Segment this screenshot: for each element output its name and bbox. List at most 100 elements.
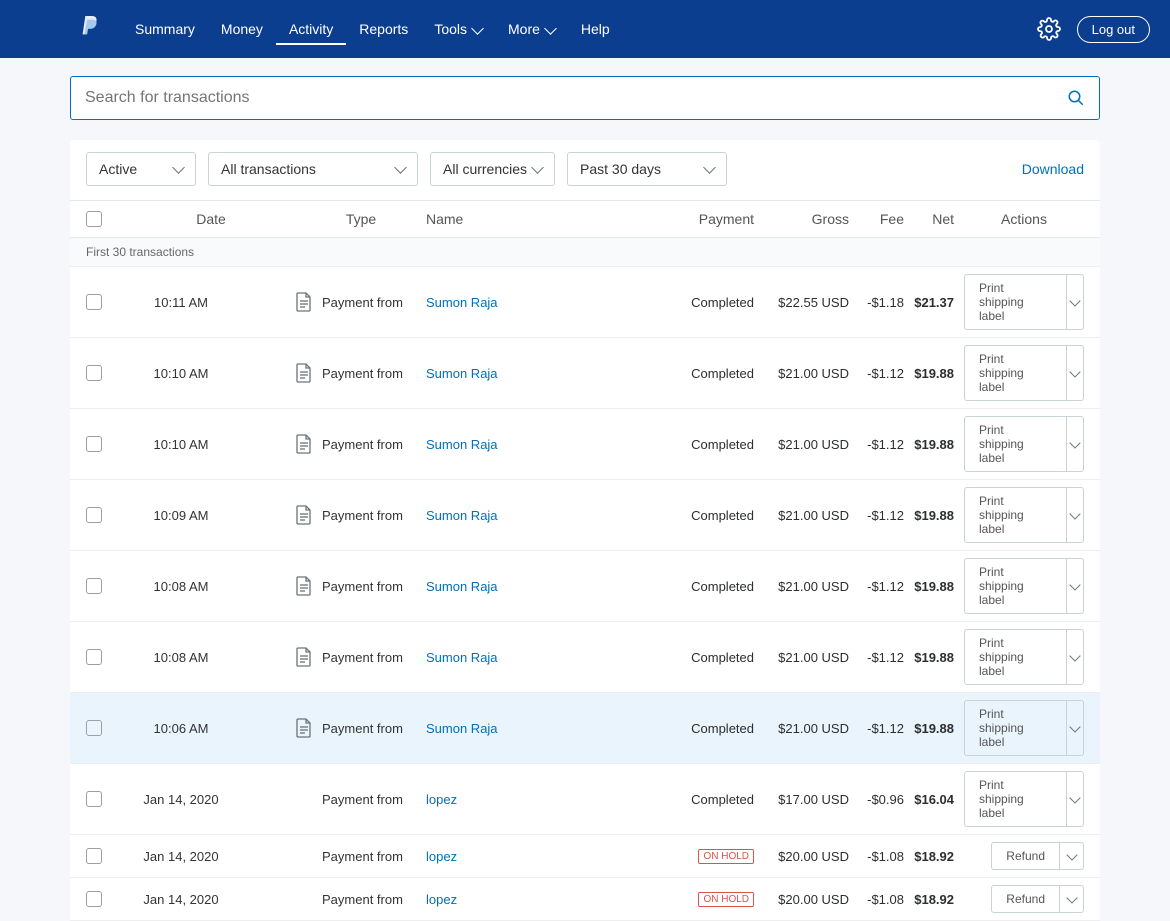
row-checkbox[interactable] [86, 507, 102, 523]
row-checkbox[interactable] [86, 365, 102, 381]
row-action-label[interactable]: Print shipping label [965, 772, 1066, 826]
row-action-dropdown[interactable] [1066, 275, 1083, 329]
col-gross: Gross [754, 211, 849, 227]
filter-active[interactable]: Active [86, 152, 196, 186]
row-action-button[interactable]: Refund [991, 885, 1084, 913]
row-type: Payment from [296, 792, 426, 807]
row-action-button[interactable]: Print shipping label [964, 416, 1084, 472]
row-action-dropdown[interactable] [1059, 843, 1083, 869]
row-action-dropdown[interactable] [1066, 630, 1083, 684]
transaction-row[interactable]: 10:08 AMPayment fromSumon RajaCompleted$… [70, 622, 1100, 693]
row-action-dropdown[interactable] [1066, 772, 1083, 826]
row-fee: -$1.08 [849, 849, 904, 864]
row-action-label[interactable]: Print shipping label [965, 701, 1066, 755]
table-header: Date Type Name Payment Gross Fee Net Act… [70, 200, 1100, 238]
row-action-button[interactable]: Print shipping label [964, 629, 1084, 685]
row-name-link[interactable]: Sumon Raja [426, 508, 498, 523]
row-action-button[interactable]: Refund [991, 842, 1084, 870]
row-action-button[interactable]: Print shipping label [964, 558, 1084, 614]
row-checkbox[interactable] [86, 720, 102, 736]
select-all-checkbox[interactable] [86, 211, 102, 227]
status-completed: Completed [676, 508, 754, 523]
nav-item-reports[interactable]: Reports [346, 13, 421, 45]
transaction-row[interactable]: Jan 14, 2020Payment fromlopezCompleted$1… [70, 764, 1100, 835]
row-date: 10:10 AM [126, 366, 296, 381]
logout-button[interactable]: Log out [1077, 16, 1150, 43]
transaction-row[interactable]: Jan 14, 2020Payment fromlopezON HOLD$20.… [70, 835, 1100, 878]
row-action-button[interactable]: Print shipping label [964, 487, 1084, 543]
row-action-dropdown[interactable] [1066, 559, 1083, 613]
row-fee: -$1.12 [849, 650, 904, 665]
nav-item-activity[interactable]: Activity [276, 13, 346, 45]
row-action-label[interactable]: Print shipping label [965, 346, 1066, 400]
filter-past-30-days[interactable]: Past 30 days [567, 152, 727, 186]
transaction-row[interactable]: 10:11 AMPayment fromSumon RajaCompleted$… [70, 267, 1100, 338]
transaction-row[interactable]: Jan 14, 2020Payment fromlopezON HOLD$20.… [70, 878, 1100, 921]
transaction-row[interactable]: 10:10 AMPayment fromSumon RajaCompleted$… [70, 338, 1100, 409]
row-name-link[interactable]: lopez [426, 849, 457, 864]
transaction-row[interactable]: 10:10 AMPayment fromSumon RajaCompleted$… [70, 409, 1100, 480]
row-name-link[interactable]: Sumon Raja [426, 437, 498, 452]
row-name-link[interactable]: lopez [426, 792, 457, 807]
row-action-label[interactable]: Print shipping label [965, 275, 1066, 329]
row-action-button[interactable]: Print shipping label [964, 345, 1084, 401]
row-action-label[interactable]: Print shipping label [965, 630, 1066, 684]
row-action-button[interactable]: Print shipping label [964, 700, 1084, 756]
nav-item-tools[interactable]: Tools [421, 13, 495, 45]
row-name-link[interactable]: Sumon Raja [426, 579, 498, 594]
search-icon[interactable] [1067, 89, 1085, 107]
row-action-dropdown[interactable] [1066, 488, 1083, 542]
row-date: 10:10 AM [126, 437, 296, 452]
download-link[interactable]: Download [1022, 161, 1084, 177]
row-action-button[interactable]: Print shipping label [964, 274, 1084, 330]
row-action-dropdown[interactable] [1066, 346, 1083, 400]
row-action-label[interactable]: Print shipping label [965, 559, 1066, 613]
row-name-link[interactable]: Sumon Raja [426, 650, 498, 665]
row-action-dropdown[interactable] [1066, 701, 1083, 755]
nav-item-money[interactable]: Money [208, 13, 276, 45]
settings-gear-icon[interactable] [1037, 17, 1061, 41]
paypal-logo-icon[interactable] [78, 14, 100, 45]
row-action-dropdown[interactable] [1059, 886, 1083, 912]
row-action-label[interactable]: Refund [992, 843, 1059, 869]
row-checkbox[interactable] [86, 791, 102, 807]
search-bar[interactable] [70, 76, 1100, 120]
top-navigation: SummaryMoneyActivityReportsToolsMoreHelp… [0, 0, 1170, 58]
row-date: 10:11 AM [126, 295, 296, 310]
status-completed: Completed [676, 437, 754, 452]
row-net: $18.92 [904, 892, 954, 907]
row-checkbox[interactable] [86, 294, 102, 310]
row-checkbox[interactable] [86, 848, 102, 864]
search-input[interactable] [85, 89, 1067, 107]
transaction-row[interactable]: 10:08 AMPayment fromSumon RajaCompleted$… [70, 551, 1100, 622]
chevron-down-icon [544, 22, 557, 35]
row-action-button[interactable]: Print shipping label [964, 771, 1084, 827]
row-net: $19.88 [904, 508, 954, 523]
row-name-link[interactable]: Sumon Raja [426, 295, 498, 310]
row-name-link[interactable]: Sumon Raja [426, 366, 498, 381]
row-name-link[interactable]: Sumon Raja [426, 721, 498, 736]
row-type: Payment from [322, 366, 403, 381]
row-action-label[interactable]: Refund [992, 886, 1059, 912]
document-icon [296, 647, 312, 667]
transaction-row[interactable]: 10:06 AMPayment fromSumon RajaCompleted$… [70, 693, 1100, 764]
nav-item-help[interactable]: Help [568, 13, 623, 45]
filter-all-transactions[interactable]: All transactions [208, 152, 418, 186]
col-type: Type [296, 211, 426, 227]
row-gross: $21.00 USD [754, 721, 849, 736]
nav-item-summary[interactable]: Summary [122, 13, 208, 45]
row-checkbox[interactable] [86, 578, 102, 594]
row-action-label[interactable]: Print shipping label [965, 488, 1066, 542]
transaction-row[interactable]: 10:09 AMPayment fromSumon RajaCompleted$… [70, 480, 1100, 551]
nav-links: SummaryMoneyActivityReportsToolsMoreHelp [122, 13, 623, 45]
row-action-label[interactable]: Print shipping label [965, 417, 1066, 471]
nav-item-more[interactable]: More [495, 13, 568, 45]
row-name-link[interactable]: lopez [426, 892, 457, 907]
row-checkbox[interactable] [86, 891, 102, 907]
row-checkbox[interactable] [86, 436, 102, 452]
filter-all-currencies[interactable]: All currencies [430, 152, 555, 186]
row-date: Jan 14, 2020 [126, 849, 296, 864]
status-completed: Completed [676, 366, 754, 381]
chevron-down-icon [1069, 437, 1080, 448]
row-action-dropdown[interactable] [1066, 417, 1083, 471]
